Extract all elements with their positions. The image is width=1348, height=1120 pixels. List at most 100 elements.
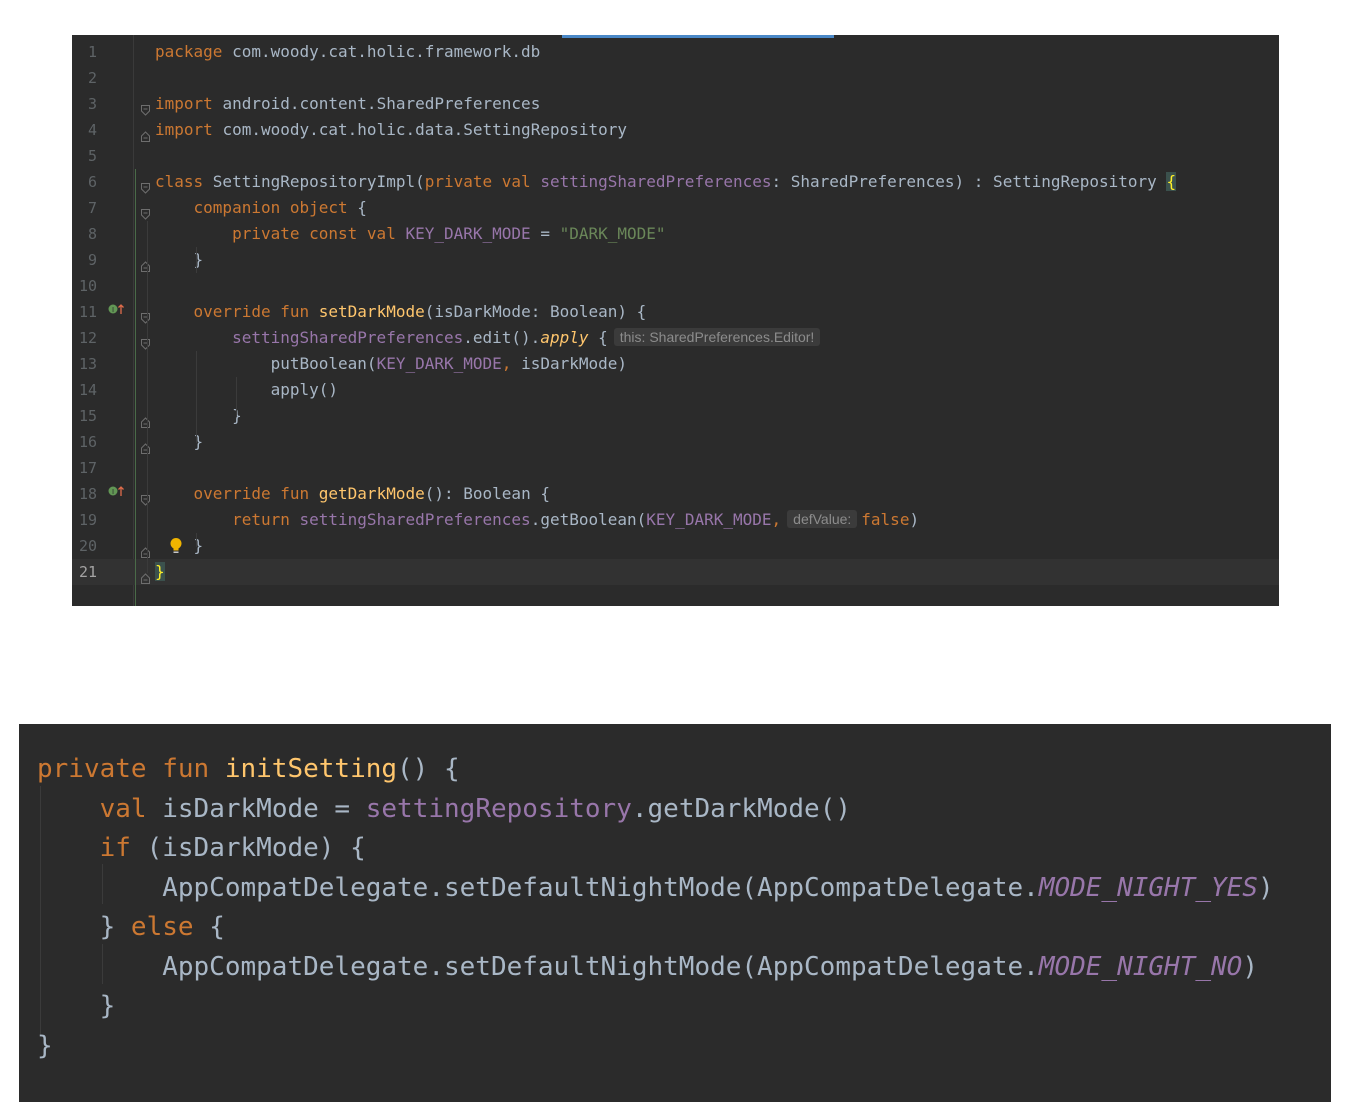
- fold-end-icon[interactable]: [141, 566, 150, 584]
- code-line[interactable]: AppCompatDelegate.setDefaultNightMode(Ap…: [37, 868, 1273, 908]
- fold-end-icon[interactable]: [141, 540, 150, 558]
- fold-end-icon[interactable]: [141, 436, 150, 454]
- code-token: AppCompatDelegate.setDefaultNightMode(Ap…: [37, 872, 1039, 903]
- implements-gutter-icon[interactable]: I: [108, 299, 126, 325]
- code-token: : SharedPreferences) : SettingRepository: [771, 172, 1167, 191]
- fold-end-icon[interactable]: [141, 254, 150, 272]
- code-token: MODE_NIGHT_YES: [1038, 872, 1258, 903]
- code-line[interactable]: 4 import com.woody.cat.holic.data.Setting…: [72, 117, 1279, 143]
- code-text: import android.content.SharedPreferences: [155, 91, 540, 117]
- code-token: .getDarkMode(): [631, 793, 852, 824]
- code-token: apply: [540, 328, 589, 347]
- code-editor-repository-impl[interactable]: 1 package com.woody.cat.holic.framework.d…: [72, 35, 1279, 606]
- fold-collapse-icon[interactable]: [141, 202, 150, 220]
- code-token: KEY_DARK_MODE: [376, 354, 502, 373]
- code-line[interactable]: 5: [72, 143, 1279, 169]
- code-token: package: [155, 42, 233, 61]
- code-line[interactable]: 16 }: [72, 429, 1279, 455]
- code-text: private const val KEY_DARK_MODE = "DARK_…: [155, 221, 666, 247]
- code-token: false: [861, 510, 910, 529]
- fold-end-icon[interactable]: [141, 124, 150, 142]
- code-token: () {: [397, 754, 460, 784]
- line-number: 21: [78, 563, 97, 581]
- line-number: 6: [87, 173, 97, 191]
- code-text: putBoolean(KEY_DARK_MODE, isDarkMode): [155, 351, 627, 377]
- code-token: ,: [501, 354, 522, 373]
- line-number: 4: [87, 121, 97, 139]
- code-token: }: [37, 912, 131, 942]
- indent-guide: [196, 533, 197, 547]
- code-editor-init-setting[interactable]: private fun initSetting() { val isDarkMo…: [19, 724, 1331, 1102]
- fold-collapse-icon[interactable]: [141, 306, 150, 324]
- code-line[interactable]: 18 I override fun getDarkMode(): Boolean …: [72, 481, 1279, 507]
- code-token: com.woody.cat.holic.framework.db: [232, 42, 541, 61]
- line-number: 3: [87, 95, 97, 113]
- code-token: initSetting: [224, 754, 398, 784]
- line-number: 11: [78, 303, 97, 321]
- indent-guide: [147, 221, 148, 573]
- code-token: KEY_DARK_MODE: [646, 510, 772, 529]
- code-token: getDarkMode: [318, 484, 425, 503]
- code-line[interactable]: private fun initSetting() {: [37, 749, 460, 789]
- code-line[interactable]: 13 putBoolean(KEY_DARK_MODE, isDarkMode): [72, 351, 1279, 377]
- implements-gutter-icon[interactable]: I: [108, 481, 126, 507]
- fold-end-icon[interactable]: [141, 410, 150, 428]
- code-token: ): [909, 510, 920, 529]
- code-line[interactable]: 10: [72, 273, 1279, 299]
- code-line[interactable]: if (isDarkMode) {: [37, 828, 366, 868]
- code-line[interactable]: AppCompatDelegate.setDefaultNightMode(Ap…: [37, 947, 1258, 987]
- code-token: override fun: [193, 302, 319, 321]
- fold-collapse-icon[interactable]: [141, 176, 150, 194]
- code-line[interactable]: 19 return settingSharedPreferences.getBo…: [72, 507, 1279, 533]
- code-line[interactable]: 7 companion object {: [72, 195, 1279, 221]
- code-token: .getBoolean(: [530, 510, 647, 529]
- code-line[interactable]: 3 import android.content.SharedPreference…: [72, 91, 1279, 117]
- code-token: {: [1166, 172, 1177, 191]
- line-number: 9: [87, 251, 97, 269]
- indent-guide: [196, 351, 197, 443]
- code-token: ,: [771, 510, 782, 529]
- code-token: KEY_DARK_MODE: [405, 224, 531, 243]
- line-number: 16: [78, 433, 97, 451]
- line-number: 1: [87, 43, 97, 61]
- line-number: 12: [78, 329, 97, 347]
- line-number: 5: [87, 147, 97, 165]
- indent-guide: [135, 169, 136, 606]
- code-text: import com.woody.cat.holic.data.SettingR…: [155, 117, 627, 143]
- parameter-hint: this: SharedPreferences.Editor!: [613, 328, 821, 346]
- fold-collapse-icon[interactable]: [141, 332, 150, 350]
- fold-collapse-icon[interactable]: [141, 488, 150, 506]
- fold-collapse-icon[interactable]: [141, 98, 150, 116]
- code-line[interactable]: 21}: [72, 559, 1279, 585]
- line-number: 15: [78, 407, 97, 425]
- code-token: isDarkMode): [521, 354, 628, 373]
- code-line[interactable]: 11 I override fun setDarkMode(isDarkMode:…: [72, 299, 1279, 325]
- code-line[interactable]: 8 private const val KEY_DARK_MODE = "DAR…: [72, 221, 1279, 247]
- code-line[interactable]: 12 settingSharedPreferences.edit().apply…: [72, 325, 1279, 351]
- code-token: override fun: [193, 484, 319, 503]
- code-line[interactable]: 1 package com.woody.cat.holic.framework.d…: [72, 39, 1279, 65]
- code-line[interactable]: 2: [72, 65, 1279, 91]
- code-line[interactable]: 17: [72, 455, 1279, 481]
- code-line[interactable]: } else {: [37, 907, 225, 947]
- code-token: {: [209, 912, 225, 942]
- code-line[interactable]: 20 }: [72, 533, 1279, 559]
- code-line[interactable]: 9 }: [72, 247, 1279, 273]
- code-token: else: [130, 912, 210, 942]
- svg-text:I: I: [112, 488, 114, 496]
- indent-guide: [236, 377, 237, 417]
- code-line[interactable]: val isDarkMode = settingRepository.getDa…: [37, 789, 851, 829]
- code-line[interactable]: 6 class SettingRepositoryImpl(private val…: [72, 169, 1279, 195]
- code-token: =: [530, 224, 560, 243]
- line-number: 19: [78, 511, 97, 529]
- code-token: settingRepository: [365, 793, 632, 824]
- code-token: settingSharedPreferences: [299, 510, 531, 529]
- code-token: settingSharedPreferences: [232, 328, 464, 347]
- code-line[interactable]: }: [37, 986, 116, 1026]
- code-line[interactable]: 15 }: [72, 403, 1279, 429]
- code-line[interactable]: 14 apply(): [72, 377, 1279, 403]
- code-token: android.content.SharedPreferences: [222, 94, 541, 113]
